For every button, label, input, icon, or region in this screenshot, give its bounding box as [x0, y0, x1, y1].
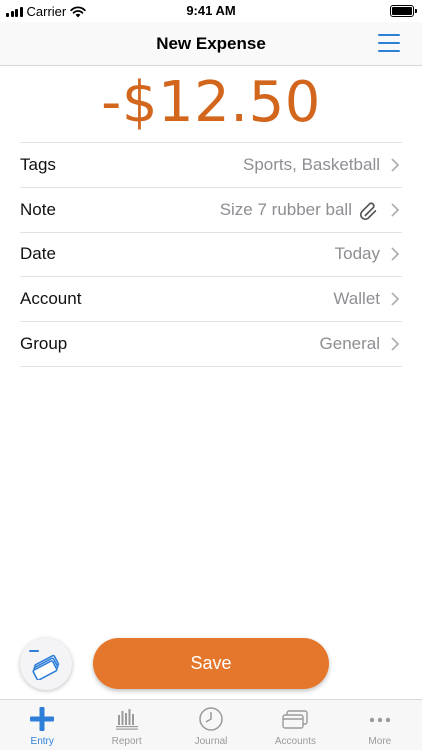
plus-icon — [30, 707, 55, 731]
tab-accounts[interactable]: Accounts — [253, 700, 337, 750]
account-value: Wallet — [333, 289, 380, 309]
clock-icon — [199, 707, 223, 731]
tags-label: Tags — [20, 154, 56, 174]
tab-more[interactable]: More — [338, 700, 422, 750]
date-row[interactable]: Date Today — [20, 233, 402, 278]
tab-label: More — [368, 736, 392, 747]
tab-label: Report — [111, 736, 142, 747]
account-row[interactable]: Account Wallet — [20, 277, 402, 323]
expense-amount[interactable]: -$12.50 — [0, 70, 422, 135]
group-value: General — [319, 334, 380, 354]
date-label: Date — [20, 244, 56, 264]
group-label: Group — [20, 334, 68, 354]
tab-journal[interactable]: Journal — [169, 700, 253, 750]
tab-label: Accounts — [274, 736, 316, 747]
hamburger-menu-icon[interactable] — [378, 34, 400, 52]
battery-icon — [390, 5, 417, 17]
expense-fields-list: Tags Sports, Basketball Note Size 7 rubb… — [20, 142, 402, 367]
ellipsis-icon — [369, 717, 391, 723]
cards-icon — [282, 710, 309, 729]
tab-label: Journal — [194, 736, 228, 747]
chevron-right-icon — [391, 292, 400, 306]
chevron-right-icon — [391, 337, 400, 351]
note-value-group: Size 7 rubber ball — [220, 199, 380, 221]
note-label: Note — [20, 199, 56, 219]
tags-value: Sports, Basketball — [242, 154, 380, 174]
receipt-toggle-button[interactable] — [20, 638, 72, 690]
bar-report-icon — [115, 709, 138, 730]
status-time: 9:41 AM — [186, 3, 236, 18]
paperclip-icon[interactable] — [358, 199, 380, 221]
note-value: Size 7 rubber ball — [219, 199, 352, 219]
cash-notes-icon — [29, 650, 60, 680]
tab-entry[interactable]: Entry — [0, 700, 84, 750]
chevron-right-icon — [391, 247, 400, 262]
tab-report[interactable]: Report — [84, 700, 168, 750]
date-value: Today — [334, 244, 380, 264]
group-row[interactable]: Group General — [20, 322, 402, 367]
chevron-right-icon — [391, 203, 400, 217]
save-button[interactable]: Save — [93, 638, 329, 689]
chevron-right-icon — [391, 158, 400, 172]
page-title: New Expense — [156, 34, 266, 53]
account-label: Account — [20, 289, 82, 309]
tab-label: Entry — [30, 736, 54, 747]
status-bar: Carrier 9:41 AM — [0, 0, 422, 22]
tab-bar: Entry Report Journal Accounts More — [0, 699, 422, 750]
note-row[interactable]: Note Size 7 rubber ball — [20, 188, 402, 233]
tags-row[interactable]: Tags Sports, Basketball — [20, 143, 402, 188]
navigation-bar: New Expense — [0, 22, 422, 66]
